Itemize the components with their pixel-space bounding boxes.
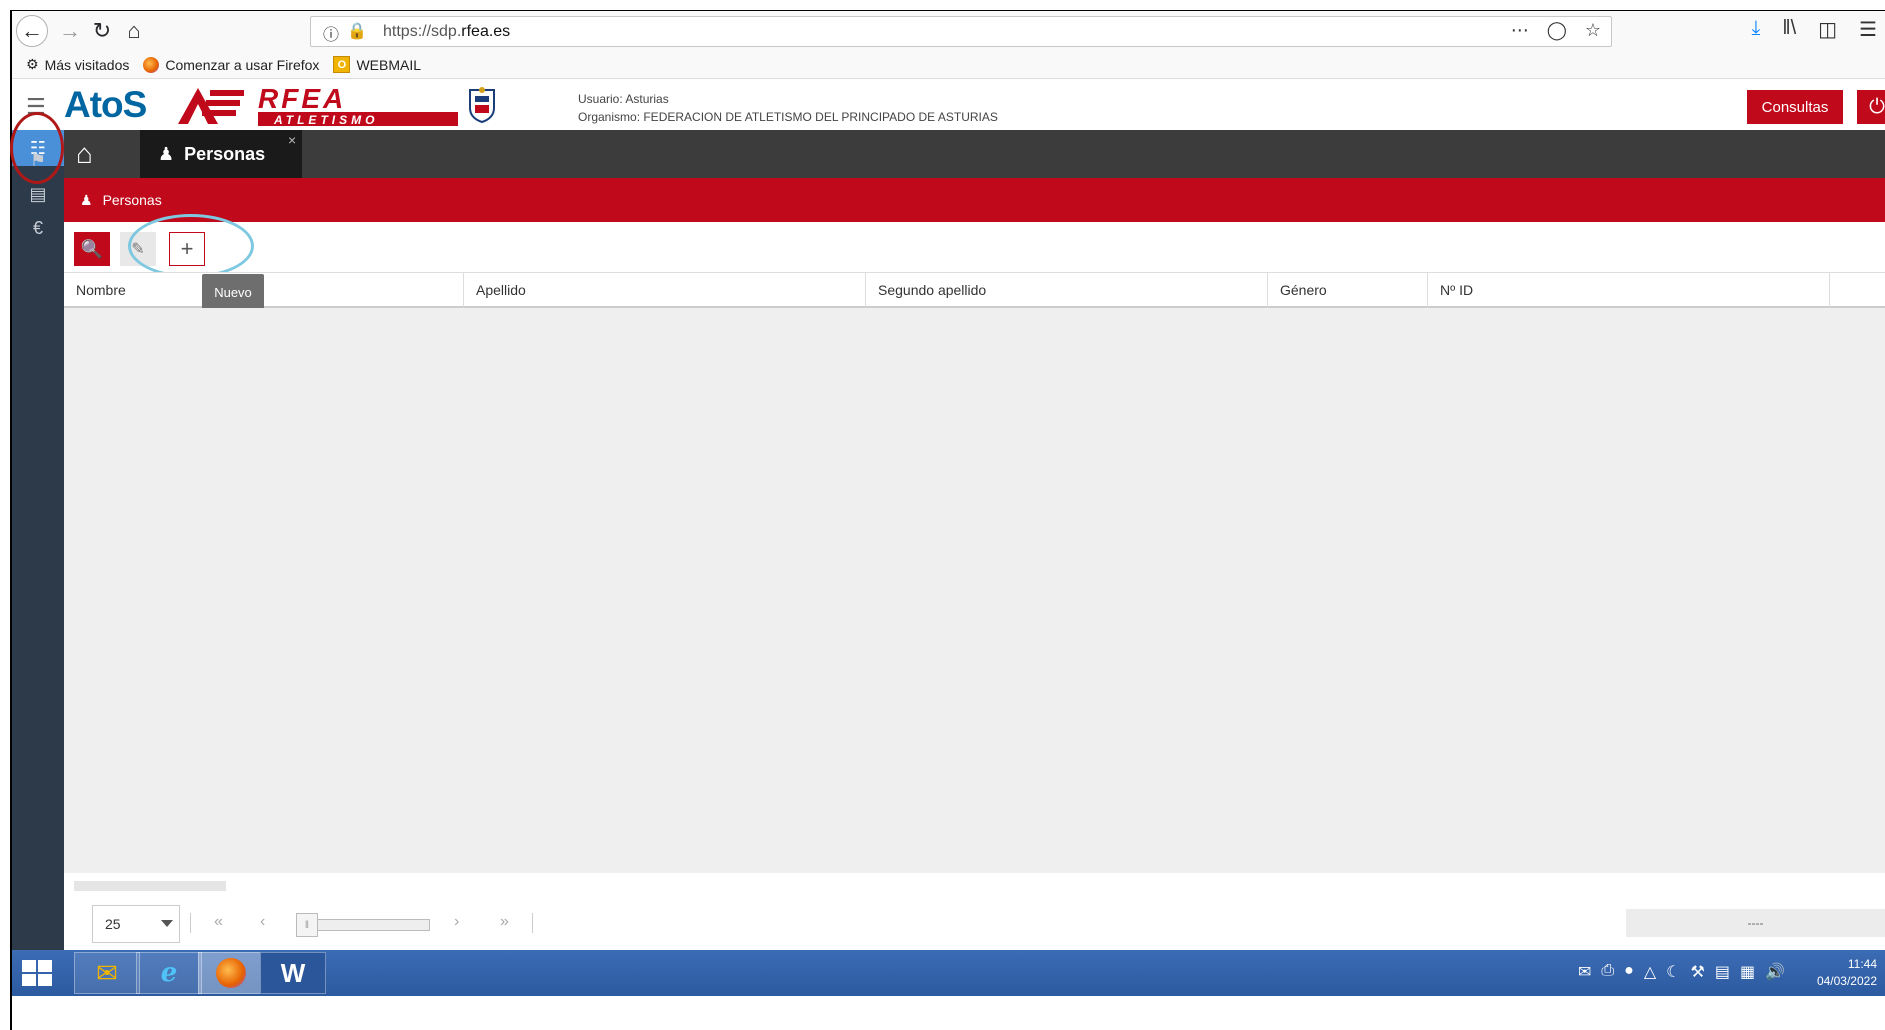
chevron-down-icon (161, 920, 173, 927)
volume-icon[interactable]: 🔊 (1765, 962, 1785, 982)
person-icon: ♟ (158, 143, 175, 164)
sidebar-toggle-icon[interactable]: ◫ (1818, 17, 1837, 42)
windows-start-icon[interactable] (22, 960, 54, 986)
column-header-id[interactable]: Nº ID (1428, 273, 1830, 307)
network-icon[interactable]: △ (1644, 962, 1656, 982)
tab-label: Personas (184, 143, 266, 164)
action-toolbar: 🔍 ✎ + (64, 222, 1885, 272)
page-size-value: 25 (105, 916, 121, 932)
search-button[interactable]: 🔍 (74, 232, 110, 266)
pager: 25 « ‹ ‖ › » ---- (64, 873, 1885, 950)
close-icon[interactable]: × (288, 132, 296, 148)
page-size-select[interactable]: 25 (92, 905, 180, 943)
pocket-icon[interactable]: ◯ (1547, 20, 1567, 41)
consultas-button[interactable]: Consultas (1747, 90, 1843, 124)
left-sidebar: ☷ ⚑ ▤ € (12, 130, 64, 950)
column-header-apellido[interactable]: Apellido (464, 273, 866, 307)
download-icon[interactable]: ⤓ (1751, 17, 1760, 42)
url-bar[interactable]: ⓘ 🔒 https://sdp.rfea.es ⋯ ◯ ☆ (310, 16, 1612, 47)
first-page-icon[interactable]: « (214, 913, 223, 931)
rfea-logo-subtext: ATLETISMO (273, 113, 378, 127)
more-actions-icon[interactable]: ⋯ (1511, 20, 1529, 41)
clock-time: 11:44 (1847, 957, 1877, 971)
shield-icon (469, 87, 495, 124)
person-icon: ♟ (80, 191, 93, 208)
annotation-circle-blue (128, 214, 254, 278)
euro-icon[interactable]: € (12, 210, 64, 246)
column-header-nombre[interactable]: Nombre (64, 273, 464, 307)
drive-icon[interactable]: ▤ (1715, 962, 1730, 982)
pager-info: ---- (1626, 909, 1885, 937)
column-header-segundo-apellido[interactable]: Segundo apellido (866, 273, 1268, 307)
page-slider-handle[interactable]: ‖ (296, 913, 318, 937)
pager-separator (532, 913, 533, 933)
menu-icon[interactable]: ☰ (1859, 17, 1877, 42)
breadcrumb: ♟ Personas (64, 178, 1885, 222)
grid-body (64, 308, 1885, 873)
moon-icon[interactable]: ☾ (1666, 962, 1680, 982)
library-icon[interactable]: ‖\ (1782, 17, 1796, 42)
outlook-icon: O (333, 56, 351, 73)
lock-icon[interactable]: 🔒 (347, 21, 367, 45)
app-header: ☰ AtoS RFEA ATLETISMO Usuario: Asturias … (12, 80, 1885, 130)
atos-logo: AtoS (64, 84, 147, 125)
info-icon[interactable]: ⓘ (323, 21, 339, 45)
word-icon[interactable]: W (260, 952, 326, 994)
firefox-icon (143, 56, 160, 73)
screenshot-frame: ← → ↻ ⌂ ⓘ 🔒 https://sdp.rfea.es ⋯ ◯ ☆ ⤓ … (0, 0, 1885, 1030)
bookmark-most-visited[interactable]: ⚙ Más visitados (26, 56, 129, 73)
display-icon[interactable]: ▦ (1740, 962, 1755, 982)
organization-label: Organismo: FEDERACION DE ATLETISMO DEL P… (578, 110, 998, 124)
user-info: Usuario: Asturias Organismo: FEDERACION … (578, 90, 998, 126)
bookmarks-bar: ⚙ Más visitados Comenzar a usar Firefox … (12, 51, 1885, 79)
clock-date: 04/03/2022 (1816, 974, 1877, 988)
forward-arrow-icon[interactable]: → (54, 15, 86, 47)
printer-icon[interactable]: ⎙ (1601, 962, 1614, 982)
last-page-icon[interactable]: » (500, 913, 509, 931)
system-tray: ✉ ⎙ ● △ ☾ ⚒ ▤ ▦ 🔊 (1578, 962, 1785, 982)
chat-icon[interactable]: ● (1624, 962, 1634, 982)
user-label: Usuario: Asturias (578, 92, 669, 106)
browser-toolbar: ← → ↻ ⌂ ⓘ 🔒 https://sdp.rfea.es ⋯ ◯ ☆ ⤓ … (12, 11, 1885, 51)
wrench-icon[interactable]: ⚒ (1690, 962, 1704, 982)
grid-header: Nombre Apellido Segundo apellido Género … (64, 272, 1885, 308)
rfea-logo: RFEA ATLETISMO (178, 84, 458, 127)
column-header-genero[interactable]: Género (1268, 273, 1428, 307)
star-icon[interactable]: ☆ (1585, 20, 1601, 41)
annotation-circle-red (10, 112, 64, 184)
home-tab-icon[interactable]: ⌂ (76, 138, 93, 170)
prev-page-icon[interactable]: ‹ (260, 913, 265, 931)
outlook-tray-icon[interactable]: ✉ (1578, 962, 1591, 982)
bookmark-webmail[interactable]: O WEBMAIL (333, 56, 421, 73)
url-text[interactable]: https://sdp.rfea.es (383, 23, 510, 41)
power-icon[interactable]: ⏻ (1857, 90, 1885, 124)
windows-taskbar: ✉ e W ✉ ⎙ ● △ ☾ ⚒ ▤ ▦ 🔊 11:44 04/03/2022 (12, 950, 1885, 996)
tooltip-nuevo: Nuevo (202, 274, 264, 310)
bookmark-firefox[interactable]: Comenzar a usar Firefox (143, 56, 319, 73)
search-icon: 🔍 (80, 238, 104, 259)
internet-explorer-icon[interactable]: e (136, 952, 202, 994)
horizontal-scrollbar[interactable] (74, 881, 226, 891)
breadcrumb-label: Personas (102, 192, 162, 208)
rfea-logo-text: RFEA (258, 84, 346, 114)
reload-icon[interactable]: ↻ (86, 15, 118, 47)
tab-personas[interactable]: ♟ Personas (140, 130, 302, 178)
pager-separator (190, 913, 191, 933)
firefox-taskbar-icon[interactable] (198, 952, 264, 994)
tab-bar: ⌂ ♟ Personas × (64, 130, 1885, 178)
back-arrow-icon[interactable]: ← (16, 15, 48, 47)
gear-icon: ⚙ (26, 56, 39, 72)
clock[interactable]: 11:44 04/03/2022 (1817, 956, 1877, 990)
outlook-taskbar-icon[interactable]: ✉ (74, 952, 140, 994)
next-page-icon[interactable]: › (454, 913, 459, 931)
home-icon[interactable]: ⌂ (118, 15, 150, 47)
